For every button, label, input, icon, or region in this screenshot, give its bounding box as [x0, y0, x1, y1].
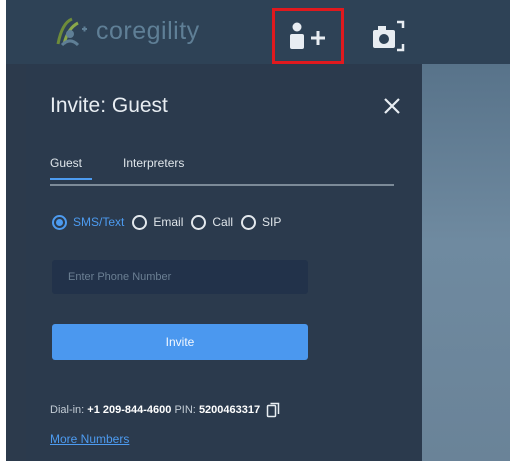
radio-unselected-icon	[132, 214, 148, 230]
invite-tabs: Guest Interpreters	[50, 154, 394, 186]
radio-label: SIP	[262, 215, 282, 229]
pin-value: 5200463317	[198, 404, 261, 416]
tab-guest[interactable]: Guest	[50, 156, 93, 180]
radio-sms-text[interactable]: SMS/Text	[52, 214, 125, 230]
radio-email[interactable]: Email	[132, 214, 184, 230]
radio-label: Call	[212, 215, 234, 229]
more-numbers-link[interactable]: More Numbers	[50, 432, 129, 446]
radio-label: Email	[153, 215, 184, 229]
contact-method-group: SMS/Text Email Call SIP	[52, 212, 289, 232]
dialin-label: Dial-in:	[50, 404, 85, 416]
radio-selected-icon	[52, 214, 67, 230]
copy-button[interactable]	[266, 402, 282, 418]
coregility-logo-icon	[56, 17, 87, 47]
pin-label: PIN:	[174, 404, 196, 416]
invite-panel: Invite: Guest Guest Interpreters SMS/Tex…	[26, 64, 422, 461]
brand-name: coregility	[96, 16, 200, 45]
copy-icon	[266, 402, 280, 418]
close-button[interactable]	[380, 94, 404, 118]
panel-title: Invite: Guest	[50, 94, 168, 117]
brand: coregility	[50, 8, 200, 54]
dialin-info: Dial-in: +1 209-844-4600 PIN: 5200463317	[50, 402, 282, 418]
radio-unselected-icon	[191, 214, 207, 230]
invite-guest-button[interactable]	[272, 8, 344, 64]
camera-snapshot-icon	[373, 20, 405, 52]
radio-sip[interactable]: SIP	[241, 214, 282, 230]
radio-unselected-icon	[241, 214, 257, 230]
video-area	[422, 64, 510, 461]
tab-interpreters[interactable]: Interpreters	[123, 156, 184, 170]
phone-number-input[interactable]	[52, 260, 308, 294]
app-window: coregility Invite: Guest Guest Interpret…	[6, 0, 510, 461]
close-icon	[384, 98, 400, 114]
radio-label: SMS/Text	[73, 215, 125, 229]
dialin-number: +1 209-844-4600	[87, 404, 172, 416]
radio-call[interactable]: Call	[191, 214, 234, 230]
send-invite-button[interactable]: Invite	[52, 324, 308, 360]
add-person-icon	[290, 22, 325, 49]
snapshot-button[interactable]	[366, 14, 412, 58]
